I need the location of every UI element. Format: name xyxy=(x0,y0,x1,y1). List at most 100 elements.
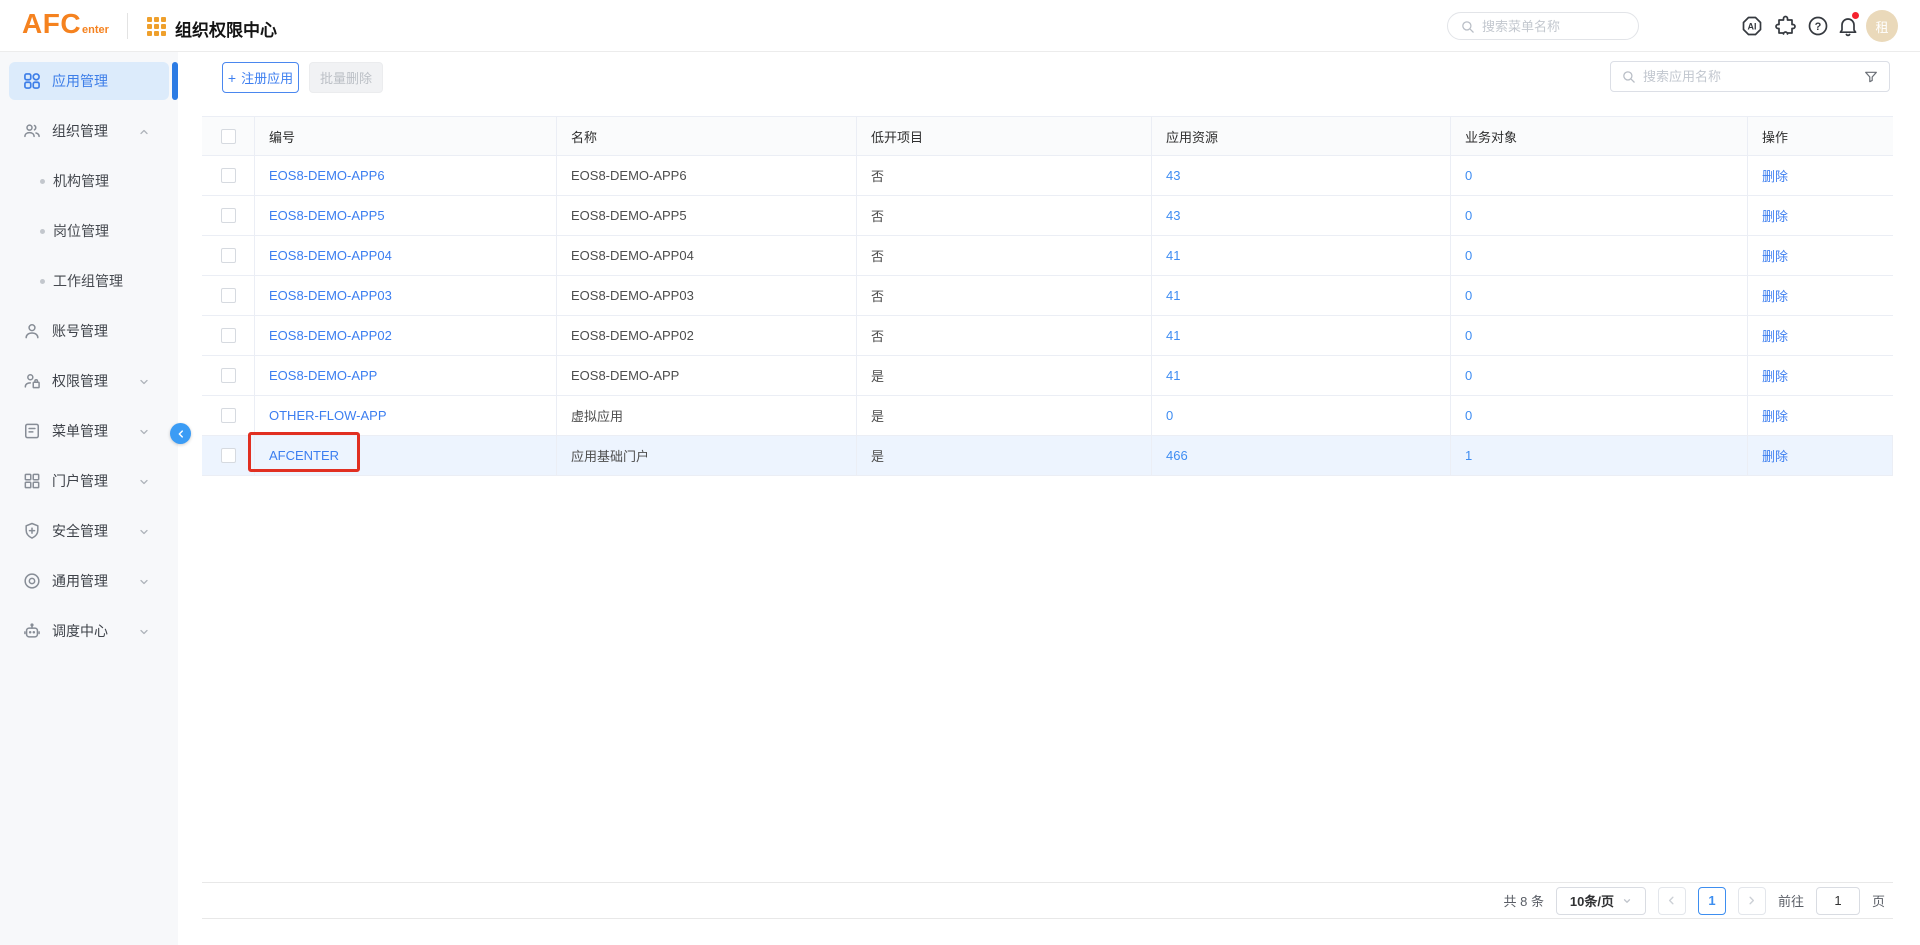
page-unit-label: 页 xyxy=(1872,891,1885,910)
row-checkbox[interactable] xyxy=(221,248,236,263)
delete-link[interactable]: 删除 xyxy=(1762,326,1788,345)
app-code-link[interactable]: EOS8-DEMO-APP03 xyxy=(269,288,392,303)
sidebar-item-label: 调度中心 xyxy=(52,621,108,641)
register-app-button[interactable]: + 注册应用 xyxy=(222,62,299,93)
app-search-box[interactable] xyxy=(1610,61,1890,92)
app-grid-icon[interactable] xyxy=(147,17,166,36)
help-icon[interactable]: ? xyxy=(1806,14,1830,38)
row-checkbox[interactable] xyxy=(221,328,236,343)
delete-link[interactable]: 删除 xyxy=(1762,166,1788,185)
lowcode-flag: 否 xyxy=(857,156,1152,196)
delete-link[interactable]: 删除 xyxy=(1762,406,1788,425)
sidebar-item-portal-management[interactable]: 门户管理 xyxy=(0,456,178,506)
delete-link[interactable]: 删除 xyxy=(1762,246,1788,265)
resource-count-link[interactable]: 41 xyxy=(1166,328,1180,343)
next-page-button[interactable] xyxy=(1738,887,1766,915)
app-name: 虚拟应用 xyxy=(557,396,857,436)
object-count-link[interactable]: 0 xyxy=(1465,408,1472,423)
notification-bell-icon[interactable] xyxy=(1836,14,1860,38)
app-code-link[interactable]: EOS8-DEMO-APP6 xyxy=(269,168,385,183)
app-code-link-afcenter[interactable]: AFCENTER xyxy=(269,448,339,463)
brand-logo[interactable]: AFC enter xyxy=(22,8,109,40)
object-count-link[interactable]: 0 xyxy=(1465,248,1472,263)
sidebar-item-label: 门户管理 xyxy=(52,471,108,491)
sidebar-item-app-management[interactable]: 应用管理 xyxy=(9,62,169,100)
delete-link[interactable]: 删除 xyxy=(1762,206,1788,225)
sidebar-collapse-button[interactable] xyxy=(170,423,191,444)
resource-count-link[interactable]: 41 xyxy=(1166,288,1180,303)
resource-count-link[interactable]: 41 xyxy=(1166,368,1180,383)
sidebar-item-organization-management[interactable]: 组织管理 xyxy=(0,106,178,156)
row-checkbox[interactable] xyxy=(221,368,236,383)
table-row: EOS8-DEMO-APP5 EOS8-DEMO-APP5 否 43 0 删除 xyxy=(202,196,1893,236)
delete-link[interactable]: 删除 xyxy=(1762,286,1788,305)
sidebar-item-general-management[interactable]: 通用管理 xyxy=(0,556,178,606)
resource-count-link[interactable]: 41 xyxy=(1166,248,1180,263)
app-code-link[interactable]: OTHER-FLOW-APP xyxy=(269,408,387,423)
table-row-highlighted: AFCENTER 应用基础门户 是 466 1 删除 xyxy=(202,436,1893,476)
chevron-down-icon xyxy=(138,525,150,537)
app-code-link[interactable]: EOS8-DEMO-APP02 xyxy=(269,328,392,343)
sidebar-item-scheduling-center[interactable]: 调度中心 xyxy=(0,606,178,656)
delete-link[interactable]: 删除 xyxy=(1762,366,1788,385)
apps-grid-icon xyxy=(22,71,42,91)
object-count-link[interactable]: 0 xyxy=(1465,288,1472,303)
column-header-lowcode: 低开项目 xyxy=(857,116,1152,156)
current-page-button[interactable]: 1 xyxy=(1698,887,1726,915)
object-count-link[interactable]: 0 xyxy=(1465,208,1472,223)
column-header-objects: 业务对象 xyxy=(1451,116,1748,156)
app-name: EOS8-DEMO-APP5 xyxy=(557,196,857,236)
app-search-input[interactable] xyxy=(1643,69,1863,84)
people-group-icon xyxy=(22,121,42,141)
object-count-link[interactable]: 0 xyxy=(1465,168,1472,183)
pagination-bar: 共 8 条 10条/页 1 前往 页 xyxy=(202,882,1893,919)
sidebar-item-permission-management[interactable]: 权限管理 xyxy=(0,356,178,406)
select-all-checkbox[interactable] xyxy=(221,129,236,144)
row-checkbox[interactable] xyxy=(221,288,236,303)
object-count-link[interactable]: 0 xyxy=(1465,368,1472,383)
row-checkbox[interactable] xyxy=(221,208,236,223)
sidebar-item-menu-management[interactable]: 菜单管理 xyxy=(0,406,178,456)
delete-link[interactable]: 删除 xyxy=(1762,446,1788,465)
sidebar-item-security-management[interactable]: 安全管理 xyxy=(0,506,178,556)
filter-funnel-icon[interactable] xyxy=(1863,69,1879,85)
prev-page-button[interactable] xyxy=(1658,887,1686,915)
app-code-link[interactable]: EOS8-DEMO-APP04 xyxy=(269,248,392,263)
sidebar-item-label: 权限管理 xyxy=(52,371,108,391)
sidebar-subitem-position-management[interactable]: 岗位管理 xyxy=(0,206,178,256)
resource-count-link[interactable]: 43 xyxy=(1166,168,1180,183)
app-code-link[interactable]: EOS8-DEMO-APP xyxy=(269,368,377,383)
menu-search-box[interactable] xyxy=(1447,12,1639,40)
applications-table: 编号 名称 低开项目 应用资源 业务对象 操作 EOS8-DEMO-APP6 E… xyxy=(202,116,1893,476)
sidebar: 应用管理 组织管理 机构管理 岗位管理 工作组管理 xyxy=(0,52,178,945)
table-row: EOS8-DEMO-APP6 EOS8-DEMO-APP6 否 43 0 删除 xyxy=(202,156,1893,196)
table-row: EOS8-DEMO-APP03 EOS8-DEMO-APP03 否 41 0 删… xyxy=(202,276,1893,316)
table-row: EOS8-DEMO-APP04 EOS8-DEMO-APP04 否 41 0 删… xyxy=(202,236,1893,276)
goto-page-input[interactable] xyxy=(1816,887,1860,915)
sidebar-subitem-workgroup-management[interactable]: 工作组管理 xyxy=(0,256,178,306)
column-header-name: 名称 xyxy=(557,116,857,156)
app-code-link[interactable]: EOS8-DEMO-APP5 xyxy=(269,208,385,223)
resource-count-link[interactable]: 466 xyxy=(1166,448,1188,463)
row-checkbox[interactable] xyxy=(221,168,236,183)
app-name: EOS8-DEMO-APP6 xyxy=(557,156,857,196)
document-list-icon xyxy=(22,421,42,441)
ai-assistant-icon[interactable]: AI xyxy=(1740,14,1764,38)
batch-delete-button[interactable]: 批量删除 xyxy=(309,62,383,93)
page-size-select[interactable]: 10条/页 xyxy=(1556,887,1646,915)
plugin-icon[interactable] xyxy=(1774,14,1798,38)
sidebar-item-account-management[interactable]: 账号管理 xyxy=(0,306,178,356)
object-count-link[interactable]: 1 xyxy=(1465,448,1472,463)
table-row: EOS8-DEMO-APP EOS8-DEMO-APP 是 41 0 删除 xyxy=(202,356,1893,396)
user-avatar[interactable]: 租 xyxy=(1866,10,1898,42)
bullet-icon xyxy=(40,179,45,184)
notification-dot xyxy=(1852,12,1859,19)
row-checkbox[interactable] xyxy=(221,448,236,463)
row-checkbox[interactable] xyxy=(221,408,236,423)
menu-search-input[interactable] xyxy=(1482,19,1626,34)
resource-count-link[interactable]: 0 xyxy=(1166,408,1173,423)
object-count-link[interactable]: 0 xyxy=(1465,328,1472,343)
sidebar-subitem-institution-management[interactable]: 机构管理 xyxy=(0,156,178,206)
resource-count-link[interactable]: 43 xyxy=(1166,208,1180,223)
sidebar-item-label: 安全管理 xyxy=(52,521,108,541)
